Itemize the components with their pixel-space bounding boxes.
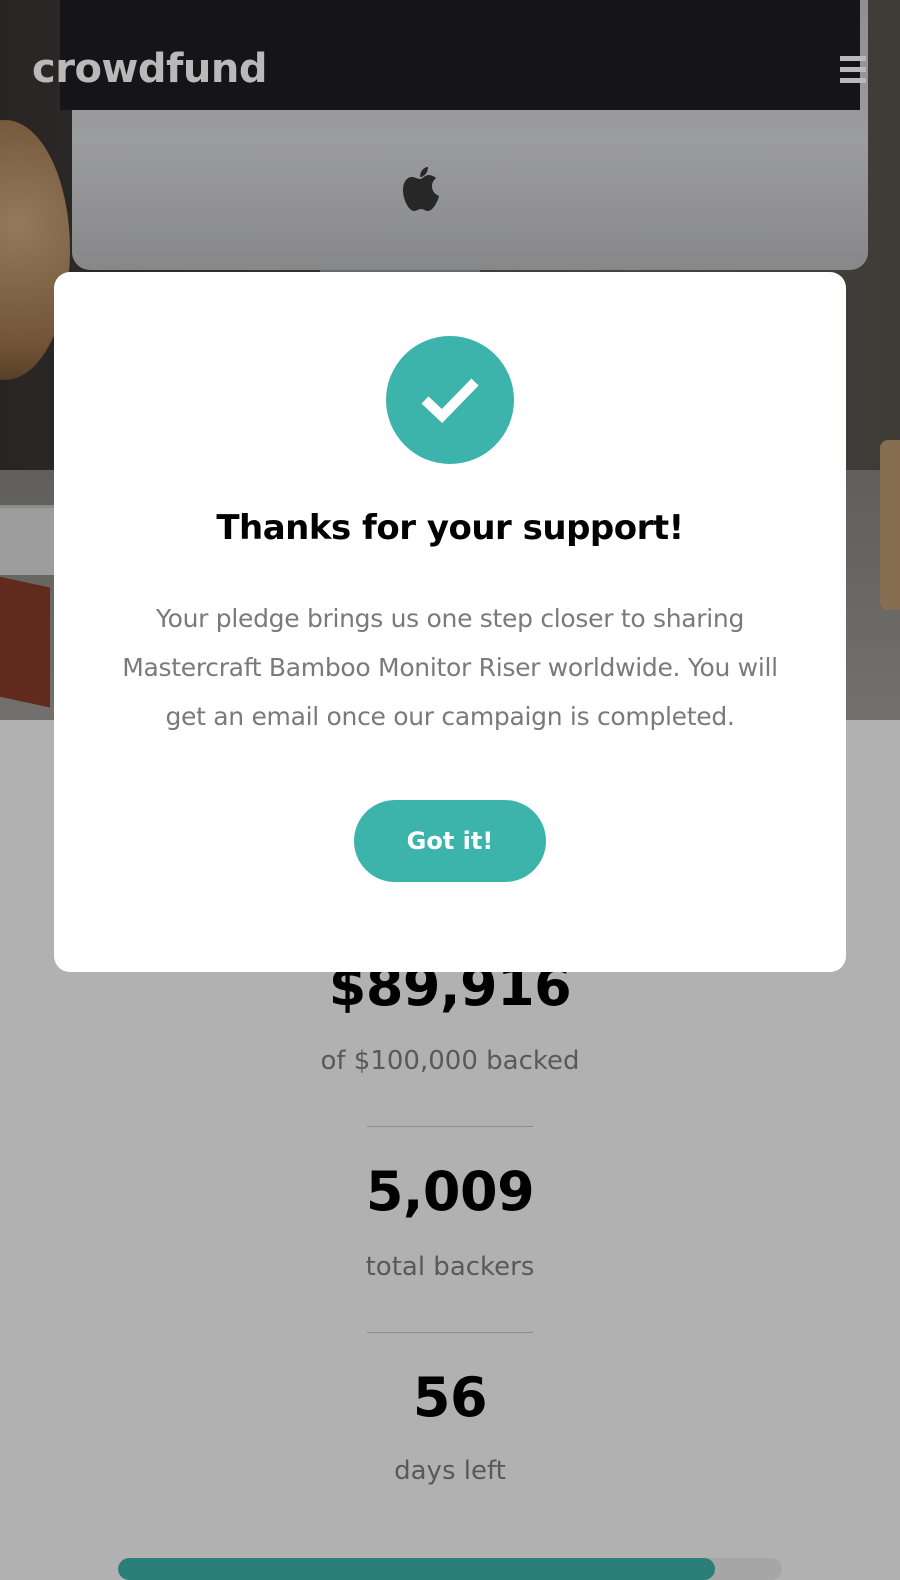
check-icon [421,378,479,424]
modal-message: Your pledge brings us one step closer to… [122,604,778,731]
got-it-button[interactable]: Got it! [354,800,546,882]
modal-title: Thanks for your support! [216,508,684,548]
success-modal: Thanks for your support! Your pledge bri… [54,272,846,972]
success-check-badge [386,336,514,464]
